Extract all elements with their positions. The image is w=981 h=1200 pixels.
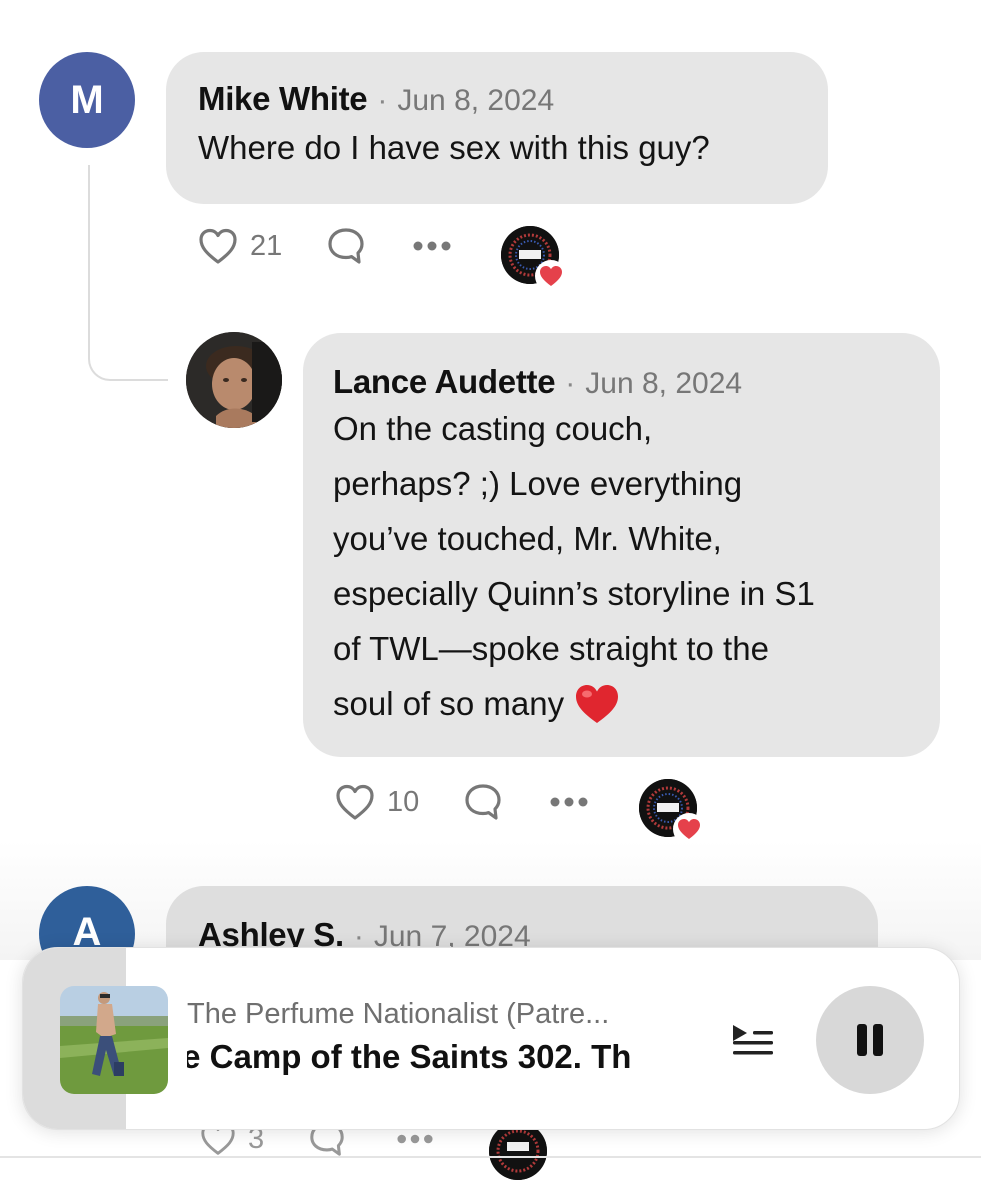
publisher-like-badge — [501, 226, 567, 292]
comment-line: especially Quinn’s storyline in S1 — [333, 575, 815, 612]
comment-line: On the casting couch, — [333, 410, 653, 447]
comment-author[interactable]: Lance Audette — [333, 363, 556, 401]
more-options-icon[interactable] — [412, 240, 452, 252]
comment-bubble-lance-audette: Lance Audette · Jun 8, 2024 On the casti… — [303, 333, 940, 757]
comment-actions: 21 — [198, 226, 452, 266]
episode-artwork-image — [60, 986, 168, 1094]
more-options-icon[interactable] — [396, 1133, 434, 1145]
comment-line: you’ve touched, Mr. White, — [333, 520, 722, 557]
profile-photo — [186, 332, 282, 428]
comment-line: of TWL—spoke straight to the — [333, 630, 769, 667]
like-count: 10 — [387, 785, 420, 818]
comment-line: perhaps? ;) Love everything — [333, 465, 743, 502]
episode-title-marquee[interactable]: he Camp of the Saints 302. Th — [187, 1038, 699, 1082]
publisher-like-badge — [489, 1122, 547, 1180]
heart-badge-icon — [673, 813, 705, 845]
avatar-letter: M — [70, 77, 104, 122]
red-heart-emoji-icon — [576, 684, 619, 723]
avatar-mike-white[interactable]: M — [39, 52, 135, 148]
comment-bubble-mike-white: Mike White · Jun 8, 2024 Where do I have… — [166, 52, 828, 204]
comment-meta: Mike White · Jun 8, 2024 — [198, 80, 796, 118]
comment-date[interactable]: Jun 8, 2024 — [397, 84, 554, 118]
mini-player[interactable]: The Perfume Nationalist (Patre... he Cam… — [22, 947, 960, 1130]
heart-badge-icon — [535, 260, 567, 292]
comment-author[interactable]: Mike White — [198, 80, 368, 118]
pause-icon — [857, 1024, 883, 1056]
queue-icon[interactable] — [731, 1022, 775, 1056]
comment-actions: 10 — [335, 782, 589, 822]
reply-icon[interactable] — [463, 782, 503, 822]
avatar-lance-audette[interactable] — [186, 332, 282, 428]
meta-separator: · — [565, 367, 576, 400]
podcast-name[interactable]: The Perfume Nationalist (Patre... — [187, 998, 707, 1031]
pause-button[interactable] — [816, 986, 924, 1094]
comment-line: soul of so many — [333, 676, 910, 731]
comment-date[interactable]: Jun 8, 2024 — [585, 367, 742, 401]
comment-line-text: soul of so many — [333, 685, 565, 722]
meta-separator: · — [377, 84, 388, 117]
like-count: 21 — [250, 229, 283, 262]
heart-icon — [199, 228, 237, 264]
comment-text: On the casting couch, perhaps? ;) Love e… — [333, 401, 910, 731]
episode-artwork[interactable] — [60, 986, 168, 1094]
comment-text: Where do I have sex with this guy? — [198, 129, 710, 166]
episode-title: he Camp of the Saints 302. Th — [187, 1038, 632, 1075]
comment-meta: Lance Audette · Jun 8, 2024 — [333, 363, 910, 401]
perfume-nationalist-logo-icon — [489, 1122, 547, 1180]
divider — [0, 1156, 981, 1158]
publisher-like-badge — [639, 779, 705, 845]
heart-icon — [336, 784, 374, 820]
like-button[interactable]: 21 — [198, 227, 282, 265]
more-options-icon[interactable] — [549, 796, 589, 808]
thread-connector — [88, 165, 168, 381]
reply-icon[interactable] — [326, 226, 366, 266]
like-button[interactable]: 10 — [335, 783, 419, 821]
